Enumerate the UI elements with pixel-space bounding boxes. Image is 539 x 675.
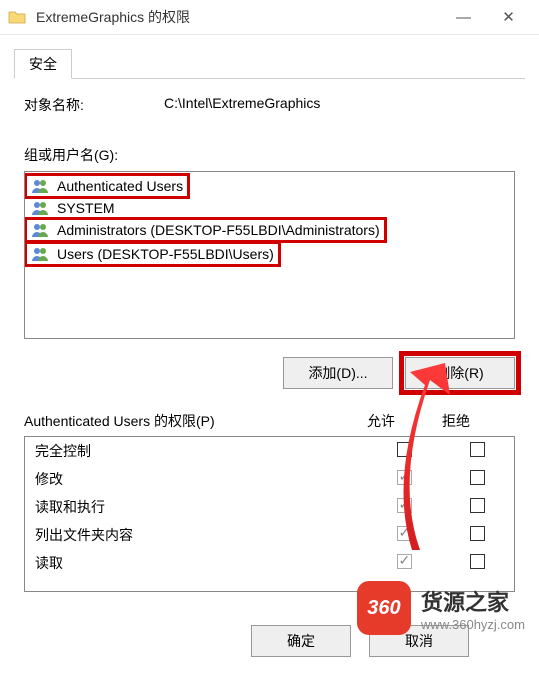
tab-strip: 安全 [14,49,525,79]
users-icon [31,200,51,216]
allow-column-header: 允许 [341,411,421,431]
ok-button[interactable]: 确定 [251,625,351,657]
permission-label: 读取 [35,553,364,573]
permissions-listbox[interactable]: 完全控制 修改 读取和执行 列出文件夹内容 读取 [24,436,515,592]
object-name-value: C:\Intel\ExtremeGraphics [164,95,320,115]
allow-checkbox[interactable] [397,470,412,485]
allow-checkbox[interactable] [397,554,412,569]
dialog-content: 安全 对象名称: C:\Intel\ExtremeGraphics 组或用户名(… [0,35,539,592]
add-remove-row: 添加(D)... 删除(R) [24,357,515,389]
permission-row: 读取 [25,549,514,577]
permission-label: 列出文件夹内容 [35,525,364,545]
permission-row: 列出文件夹内容 [25,521,514,549]
list-item-label: Administrators (DESKTOP-F55LBDI\Administ… [57,222,380,238]
list-item-label: Users (DESKTOP-F55LBDI\Users) [57,246,274,262]
watermark-title: 货源之家 [421,585,525,617]
watermark-url: www.360hyzj.com [421,617,525,632]
permissions-title: Authenticated Users 的权限(P) [24,411,341,431]
permission-label: 完全控制 [35,441,364,461]
list-item-label: SYSTEM [57,200,115,216]
deny-checkbox[interactable] [470,470,485,485]
object-name-row: 对象名称: C:\Intel\ExtremeGraphics [24,95,515,115]
window-title: ExtremeGraphics 的权限 [36,7,441,27]
list-item[interactable]: Authenticated Users [27,176,187,196]
minimize-button[interactable]: — [441,2,486,32]
users-icon [31,246,51,262]
deny-checkbox[interactable] [470,498,485,513]
permission-row: 完全控制 [25,437,514,465]
folder-icon [8,10,26,24]
allow-checkbox[interactable] [397,442,412,457]
deny-column-header: 拒绝 [421,411,491,431]
deny-checkbox[interactable] [470,442,485,457]
allow-checkbox[interactable] [397,526,412,541]
close-button[interactable]: ✕ [486,2,531,32]
title-bar: ExtremeGraphics 的权限 — ✕ [0,0,539,35]
list-item[interactable]: SYSTEM [27,198,512,218]
watermark-badge: 360 [357,581,411,635]
users-icon [31,178,51,194]
tab-security[interactable]: 安全 [14,49,72,79]
remove-button[interactable]: 删除(R) [405,357,515,389]
deny-checkbox[interactable] [470,526,485,541]
deny-checkbox[interactable] [470,554,485,569]
list-item[interactable]: Users (DESKTOP-F55LBDI\Users) [27,244,278,264]
users-icon [31,222,51,238]
watermark: 360 货源之家 www.360hyzj.com [357,581,525,635]
list-item[interactable]: Administrators (DESKTOP-F55LBDI\Administ… [27,220,384,240]
list-item-label: Authenticated Users [57,178,183,194]
permission-row: 修改 [25,465,514,493]
add-button[interactable]: 添加(D)... [283,357,393,389]
permission-row: 读取和执行 [25,493,514,521]
object-name-label: 对象名称: [24,95,164,115]
group-users-label: 组或用户名(G): [24,145,515,165]
users-listbox[interactable]: Authenticated Users SYSTEM Administrator… [24,171,515,339]
allow-checkbox[interactable] [397,498,412,513]
permissions-header: Authenticated Users 的权限(P) 允许 拒绝 [24,411,515,431]
permission-label: 读取和执行 [35,497,364,517]
permission-label: 修改 [35,469,364,489]
